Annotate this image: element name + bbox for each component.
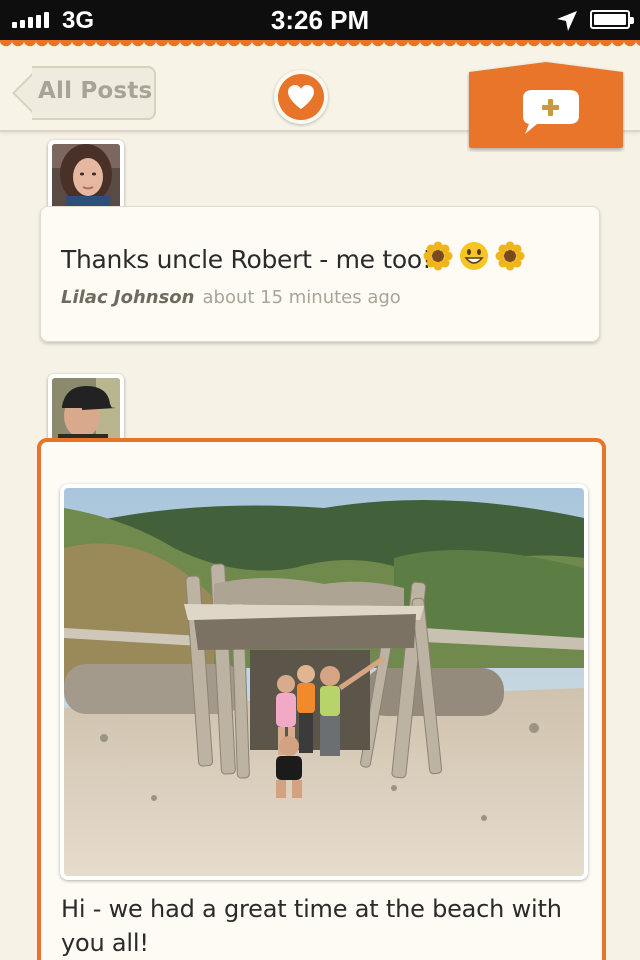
post-photo[interactable] — [60, 484, 588, 880]
app-header: All Posts — [0, 40, 640, 148]
comment-meta: Lilac Johnson about 15 minutes ago — [61, 287, 401, 308]
comment-text: Thanks uncle Robert - me too! — [61, 245, 432, 274]
commenter-avatar[interactable] — [48, 140, 124, 225]
all-posts-back-button[interactable]: All Posts — [12, 66, 156, 120]
comment-emojis — [423, 241, 525, 271]
girl-portrait-image — [52, 144, 120, 212]
add-comment-button[interactable] — [467, 60, 625, 152]
post-card: Hi - we had a great time at the beach wi… — [37, 438, 606, 960]
man-portrait-image — [52, 378, 120, 446]
grinning-face-icon — [460, 242, 488, 270]
comment-timestamp: about 15 minutes ago — [202, 287, 401, 308]
back-button-label: All Posts — [38, 78, 153, 104]
beach-driftwood-fort-photo — [64, 488, 584, 876]
header-scallop-border — [0, 40, 640, 50]
battery-icon — [590, 10, 634, 29]
sunflower-icon — [423, 241, 453, 271]
favorite-button[interactable] — [274, 70, 328, 124]
status-bar: 3G 3:26 PM — [0, 0, 640, 40]
comment-card: Thanks uncle Robert - me too! Lilac John… — [40, 206, 600, 342]
status-time: 3:26 PM — [270, 5, 370, 35]
sunflower-icon — [495, 241, 525, 271]
heart-icon — [288, 85, 314, 109]
post-text: Hi - we had a great time at the beach wi… — [61, 895, 562, 957]
location-services-icon — [557, 11, 577, 31]
comment-author[interactable]: Lilac Johnson — [61, 287, 194, 308]
